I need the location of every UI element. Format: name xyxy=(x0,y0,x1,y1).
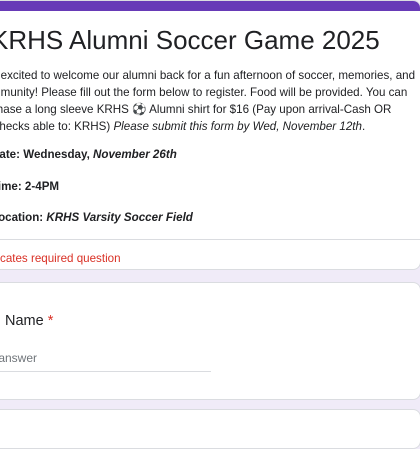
question-title: Name xyxy=(5,313,44,329)
header-divider xyxy=(0,239,420,240)
date-value: November 26th xyxy=(93,148,177,161)
event-date: Date: Wednesday, November 26th xyxy=(0,148,177,161)
accent-bar xyxy=(0,1,420,11)
question-card-name: Name * xyxy=(0,282,420,400)
event-time: Time: 2-4PM xyxy=(0,180,59,193)
description-end: . xyxy=(361,120,366,133)
event-location: Location: KRHS Varsity Soccer Field xyxy=(0,211,193,224)
required-note: dicates required question xyxy=(0,252,121,265)
location-value: KRHS Varsity Soccer Field xyxy=(46,211,193,224)
form-header-card: KRHS Alumni Soccer Game 2025 e excited t… xyxy=(0,0,420,270)
date-label: Date: Wednesday, xyxy=(0,148,94,161)
form-description: e excited to welcome our alumni back for… xyxy=(0,67,419,135)
next-question-card xyxy=(0,409,420,449)
name-answer-input[interactable] xyxy=(0,345,211,372)
form-title: KRHS Alumni Soccer Game 2025 xyxy=(0,25,380,55)
description-deadline: Please submit this form by Wed, November… xyxy=(113,120,362,133)
time-label: Time: 2-4PM xyxy=(0,180,60,193)
question-label: Name * xyxy=(5,313,53,329)
required-asterisk: * xyxy=(47,313,54,329)
location-label: Location: xyxy=(0,211,44,224)
